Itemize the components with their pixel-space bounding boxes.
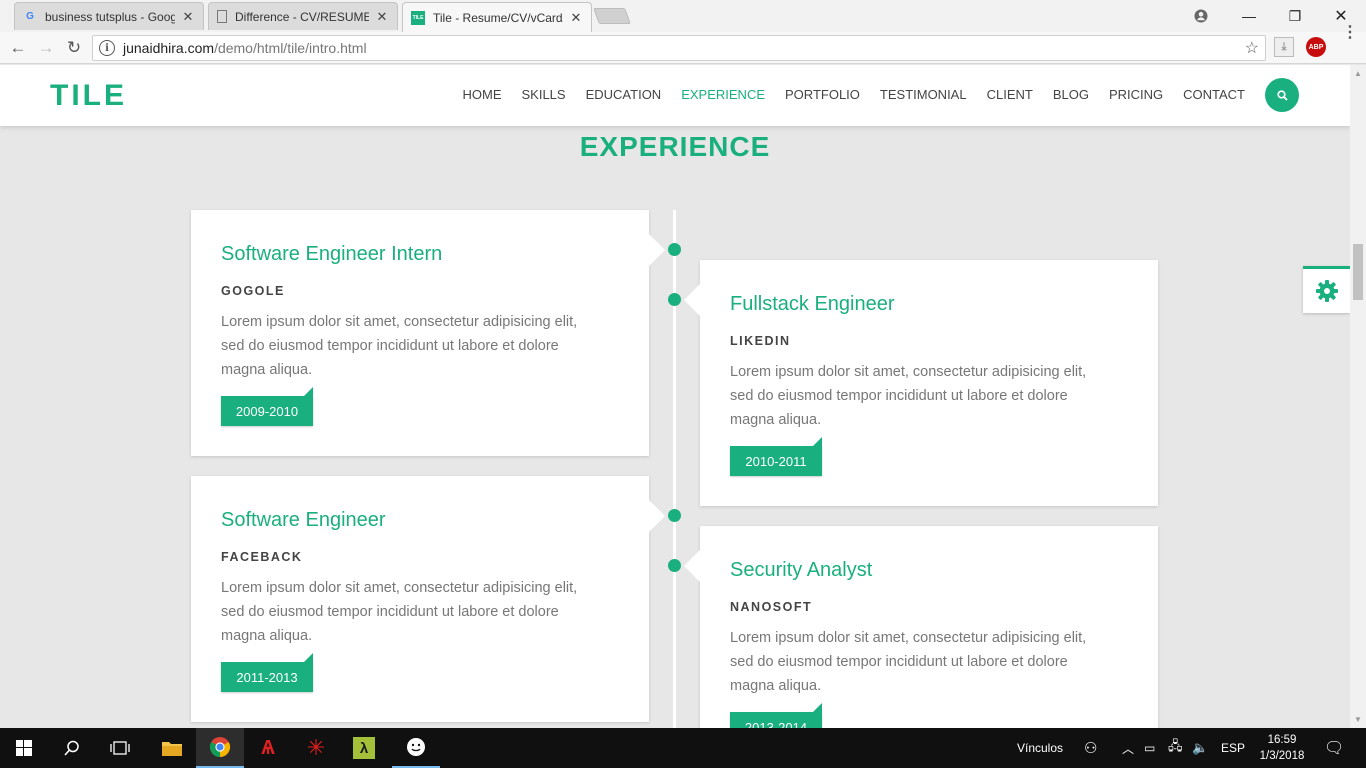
adblock-extension-icon[interactable]: ABP (1306, 37, 1326, 57)
nav-skills[interactable]: SKILLS (522, 87, 566, 102)
bookmark-star-icon[interactable]: ☆ (1245, 38, 1259, 58)
restore-icon[interactable]: ❐ (1272, 0, 1318, 32)
language-indicator[interactable]: ESP (1221, 728, 1245, 768)
app-spider-icon[interactable]: ✳ (292, 728, 340, 768)
browser-menu-icon[interactable]: ⋮ (1340, 22, 1360, 42)
nav-portfolio[interactable]: PORTFOLIO (785, 87, 860, 102)
system-clock[interactable]: 16:59 1/3/2018 (1252, 732, 1312, 764)
year-badge: 2009-2010 (221, 387, 313, 426)
app-red-a-icon[interactable]: Ѧ (244, 728, 292, 768)
close-tab-icon[interactable]: ✕ (569, 10, 583, 26)
site-logo[interactable]: TILE (50, 79, 127, 113)
volume-icon[interactable]: 🔈 (1192, 728, 1208, 768)
year-badge: 2013-2014 (730, 703, 822, 728)
minimize-icon[interactable]: — (1226, 0, 1272, 32)
address-bar[interactable]: i junaidhira.com/demo/html/tile/intro.ht… (92, 35, 1266, 61)
timeline-dot (668, 559, 681, 572)
tile-favicon-icon: TILE (411, 10, 425, 25)
experience-card: Fullstack Engineer LIKEDIN Lorem ipsum d… (684, 260, 1158, 506)
notifications-icon[interactable]: 🗨 (1324, 728, 1344, 768)
nav-contact[interactable]: CONTACT (1183, 87, 1245, 102)
lambda-app-icon[interactable]: λ (340, 728, 388, 768)
experience-card: Software Engineer FACEBACK Lorem ipsum d… (191, 476, 665, 722)
close-tab-icon[interactable]: ✕ (181, 9, 195, 25)
google-icon: G (26, 11, 34, 22)
windows-taskbar: Ѧ ✳ λ Vínculos ⚇ ︿ ▭ 🖧 🔈 ESP 16:59 1/3/2… (0, 728, 1366, 768)
timeline-dot (668, 293, 681, 306)
tab-title: business tutsplus - Goog (45, 9, 175, 24)
nav-pricing[interactable]: PRICING (1109, 87, 1163, 102)
scroll-up-icon[interactable]: ▲ (1354, 69, 1362, 78)
job-role: Software Engineer (221, 509, 386, 531)
nav-testimonial[interactable]: TESTIMONIAL (880, 87, 967, 102)
experience-card: Software Engineer Intern GOGOLE Lorem ip… (191, 210, 665, 456)
forward-icon[interactable]: → (34, 36, 58, 60)
search-button[interactable] (1265, 78, 1299, 112)
browser-toolbar: ← → ↻ i junaidhira.com/demo/html/tile/in… (0, 32, 1366, 64)
chrome-icon[interactable] (196, 728, 244, 768)
clock-date: 1/3/2018 (1259, 750, 1305, 762)
url-path: /demo/html/tile/intro.html (214, 40, 367, 56)
profile-icon[interactable] (1178, 0, 1224, 32)
reload-icon[interactable]: ↻ (62, 36, 86, 60)
gear-icon (1315, 280, 1338, 302)
scroll-down-icon[interactable]: ▼ (1354, 715, 1362, 724)
back-icon[interactable]: ← (6, 36, 30, 60)
pdf-extension-icon[interactable]: ⤓ (1274, 37, 1294, 57)
new-tab-button[interactable] (593, 8, 631, 24)
job-description: Lorem ipsum dolor sit amet, consectetur … (221, 314, 578, 378)
nav-client[interactable]: CLIENT (987, 87, 1033, 102)
tab-title: Difference - CV/RESUME (235, 9, 369, 24)
browser-tab-2[interactable]: Difference - CV/RESUME ✕ (208, 2, 398, 30)
links-toolbar-label[interactable]: Vínculos (1017, 728, 1063, 768)
job-role: Software Engineer Intern (221, 243, 443, 265)
year-badge: 2010-2011 (730, 437, 822, 476)
nav-home[interactable]: HOME (463, 87, 502, 102)
file-explorer-icon[interactable] (148, 728, 196, 768)
job-description: Lorem ipsum dolor sit amet, consectetur … (730, 364, 1087, 428)
browser-tab-strip: G business tutsplus - Goog ✕ Difference … (0, 0, 1366, 32)
url-domain: junaidhira.com (123, 40, 215, 56)
nav-experience[interactable]: EXPERIENCE (681, 87, 765, 102)
timeline-dot (668, 243, 681, 256)
company-name: FACEBACK (221, 550, 303, 564)
job-description: Lorem ipsum dolor sit amet, consectetur … (221, 580, 578, 644)
timeline-dot (668, 509, 681, 522)
windows-start-icon[interactable] (0, 728, 48, 768)
company-name: NANOSOFT (730, 600, 813, 614)
company-name: GOGOLE (221, 284, 285, 298)
timeline-line (673, 210, 676, 728)
company-name: LIKEDIN (730, 334, 791, 348)
browser-tab-1[interactable]: G business tutsplus - Goog ✕ (14, 2, 204, 30)
tray-chevron-icon[interactable]: ︿ (1122, 728, 1134, 768)
main-nav: HOME SKILLS EDUCATION EXPERIENCE PORTFOL… (443, 87, 1246, 102)
task-view-icon[interactable] (96, 728, 144, 768)
browser-tab-3-active[interactable]: TILE Tile - Resume/CV/vCard/ ✕ (402, 2, 592, 32)
nav-education[interactable]: EDUCATION (586, 87, 662, 102)
site-header: TILE HOME SKILLS EDUCATION EXPERIENCE PO… (0, 65, 1350, 126)
job-role: Fullstack Engineer (730, 293, 895, 315)
job-role: Security Analyst (730, 559, 873, 581)
job-description: Lorem ipsum dolor sit amet, consectetur … (730, 630, 1087, 694)
close-tab-icon[interactable]: ✕ (375, 9, 389, 25)
section-title: EXPERIENCE (579, 131, 771, 162)
search-icon[interactable] (48, 728, 96, 768)
battery-icon[interactable]: ▭ (1144, 728, 1155, 768)
year-badge: 2011-2013 (221, 653, 313, 692)
scrollbar-thumb[interactable] (1353, 244, 1363, 300)
tab-title: Tile - Resume/CV/vCard/ (433, 10, 563, 25)
info-icon[interactable]: i (99, 40, 115, 56)
smiley-app-icon[interactable] (392, 728, 440, 768)
document-icon (217, 10, 227, 23)
page-scrollbar[interactable]: ▲ ▼ (1350, 65, 1366, 728)
people-icon[interactable]: ⚇ (1084, 728, 1097, 768)
web-page: TILE HOME SKILLS EDUCATION EXPERIENCE PO… (0, 65, 1350, 728)
clock-time: 16:59 (1267, 734, 1297, 746)
settings-panel-toggle[interactable] (1303, 266, 1350, 313)
search-icon (1276, 89, 1288, 101)
network-icon[interactable]: 🖧 (1168, 728, 1183, 768)
nav-blog[interactable]: BLOG (1053, 87, 1089, 102)
experience-card: Security Analyst NANOSOFT Lorem ipsum do… (684, 526, 1158, 728)
